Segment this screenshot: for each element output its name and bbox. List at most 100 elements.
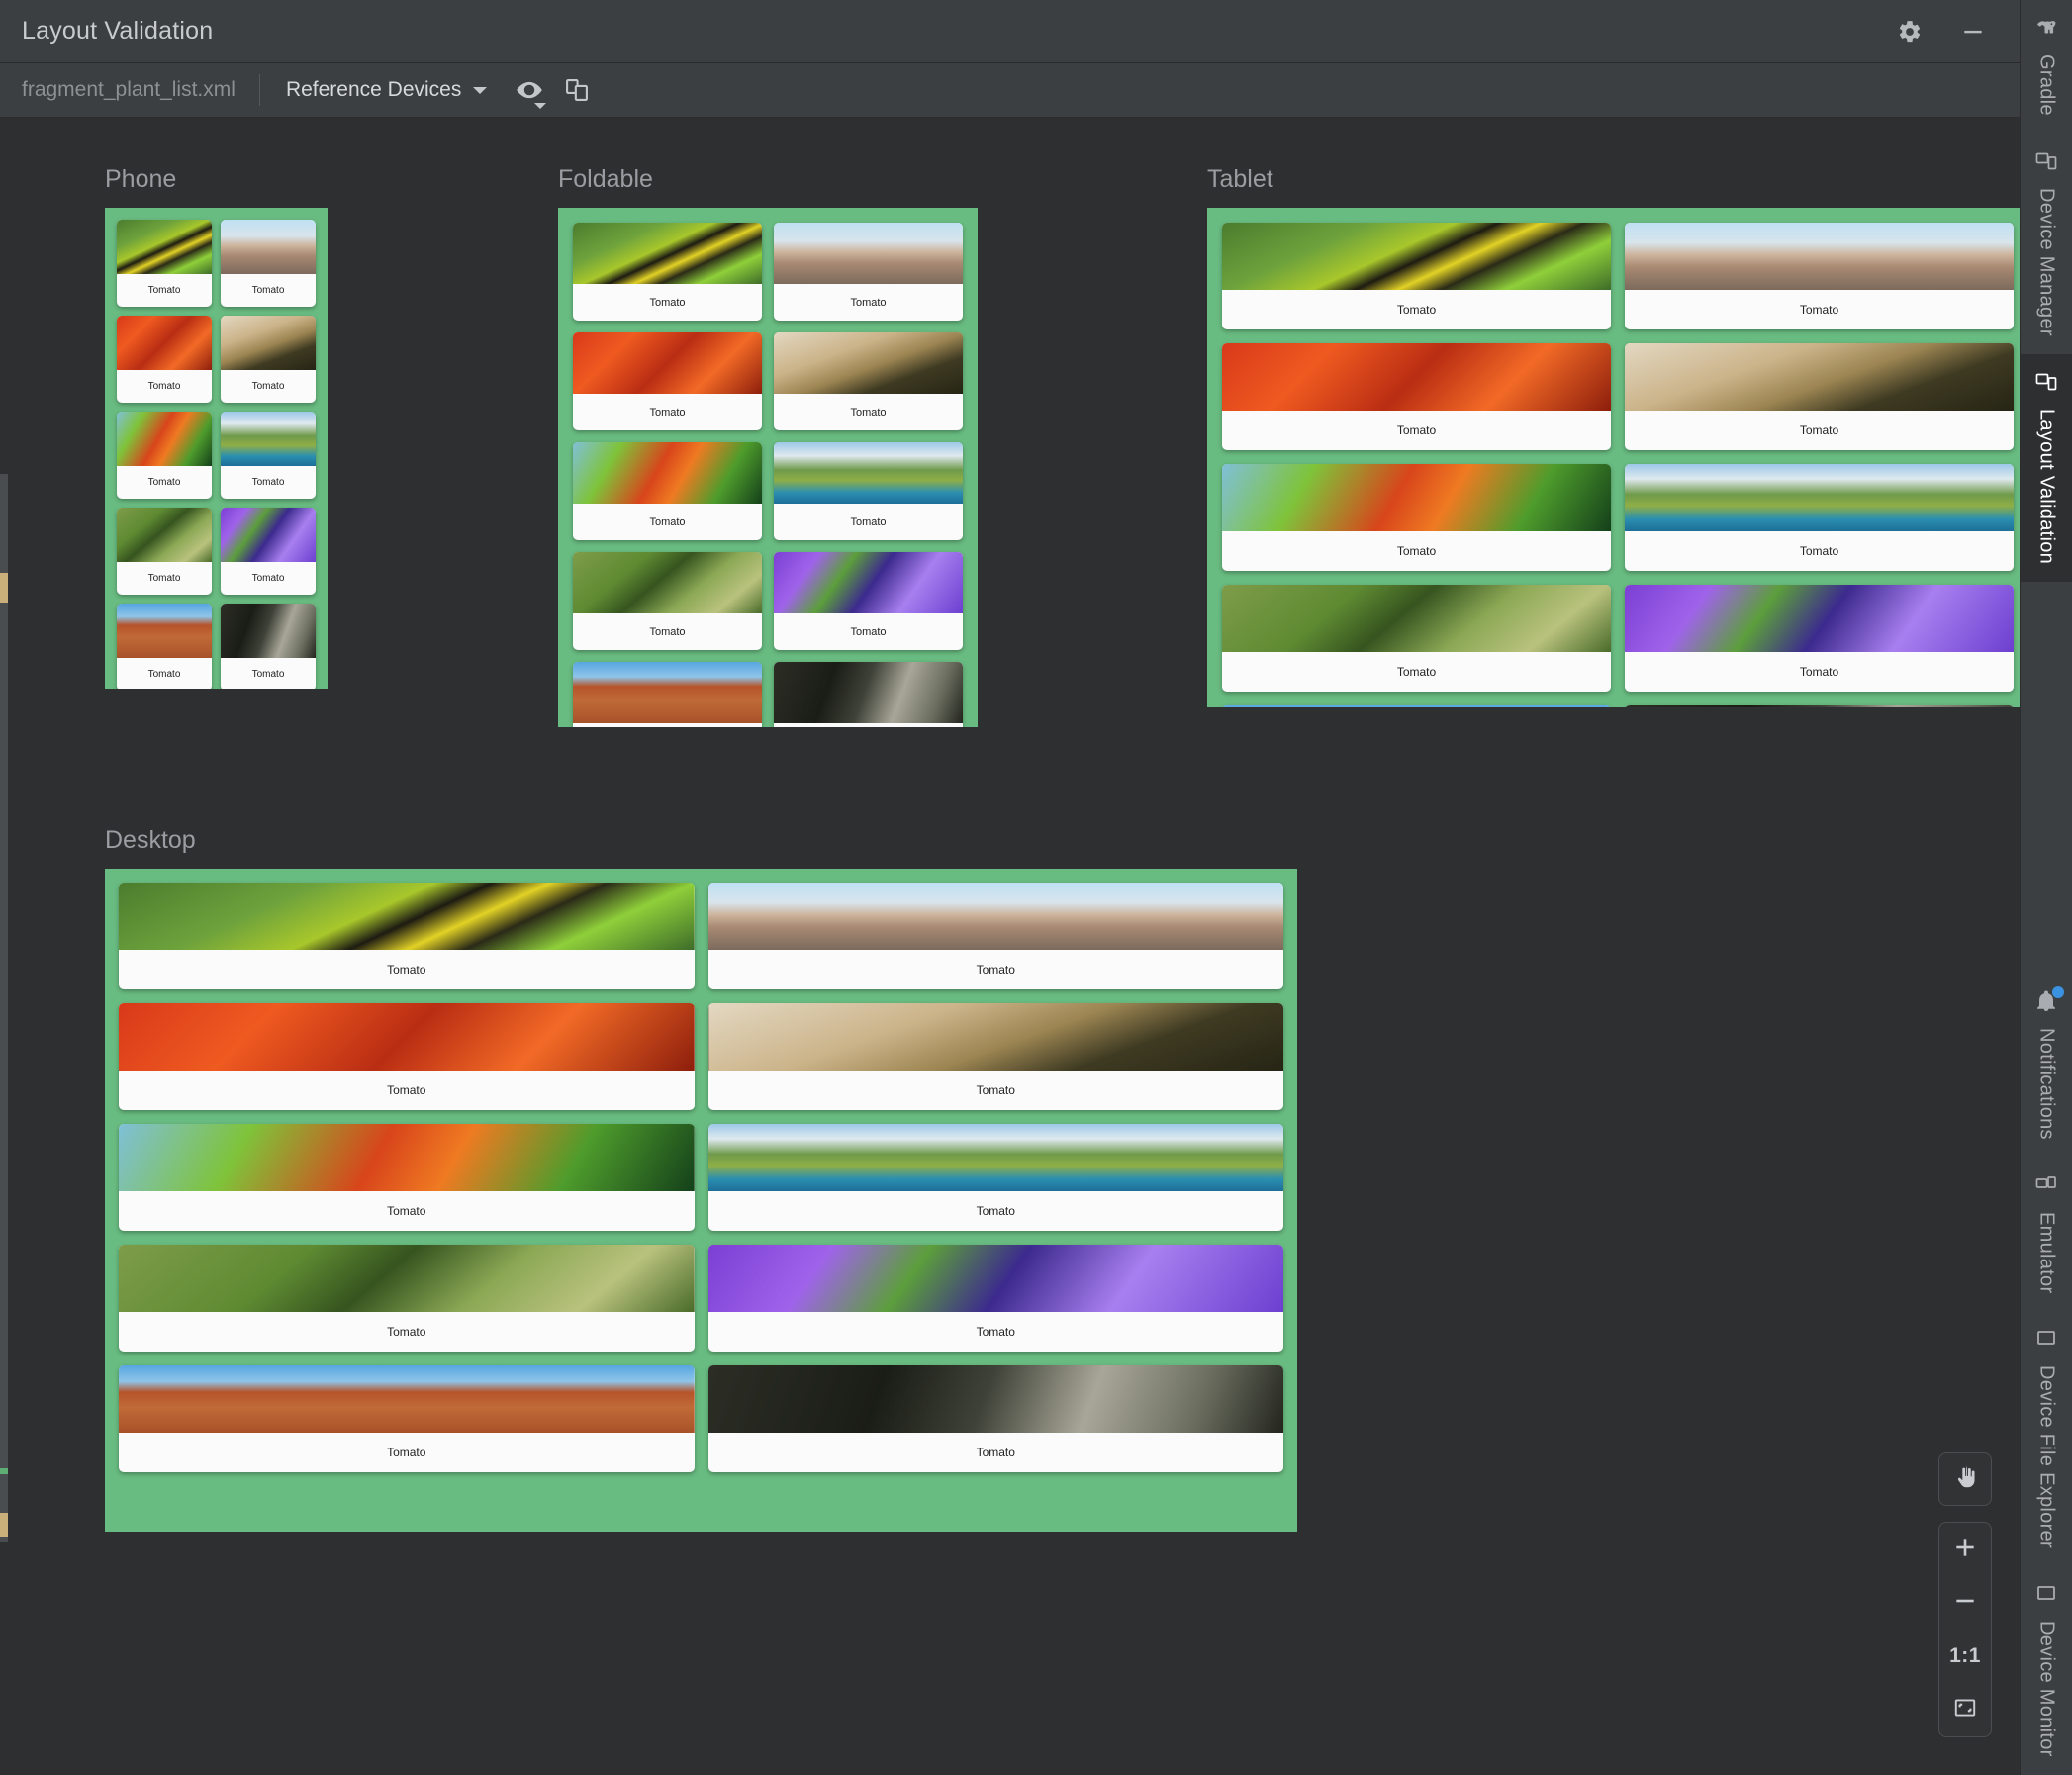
plant-card[interactable]: Tomato: [1625, 464, 2014, 571]
plant-card[interactable]: Tomato: [119, 1365, 695, 1472]
plant-name: Tomato: [774, 723, 963, 727]
plant-card[interactable]: Tomato: [221, 412, 316, 499]
device-manager-icon: [2034, 149, 2058, 178]
copy-layouts-icon[interactable]: [558, 71, 596, 109]
plant-card[interactable]: Tomato: [221, 508, 316, 595]
device-frame-desktop[interactable]: Tomato Tomato Tomato Tomato Tomato Tomat…: [105, 869, 1297, 1532]
pan-tool-button[interactable]: [1939, 1453, 1991, 1505]
reference-devices-dropdown[interactable]: Reference Devices: [260, 78, 501, 102]
plant-card[interactable]: Tomato: [774, 223, 963, 321]
eye-icon[interactable]: [511, 71, 548, 109]
plant-image: [774, 223, 963, 284]
plant-card[interactable]: Tomato: [1625, 343, 2014, 450]
device-frame-tablet[interactable]: Tomato Tomato Tomato Tomato Tomato Tomat…: [1207, 208, 2020, 707]
plant-card[interactable]: Tomato: [117, 508, 212, 595]
plant-name: Tomato: [850, 515, 887, 528]
plant-card[interactable]: Tomato: [1222, 343, 1611, 450]
plant-card[interactable]: Tomato: [573, 332, 762, 430]
plant-card[interactable]: Tomato: [707, 1365, 1283, 1472]
plant-name: Tomato: [251, 381, 285, 392]
plant-card[interactable]: Tomato: [117, 604, 212, 689]
zoom-actual-size-button[interactable]: 1:1: [1939, 1630, 1991, 1683]
plant-card[interactable]: Tomato: [707, 1245, 1283, 1352]
plant-image: [1222, 464, 1611, 531]
plant-card[interactable]: Tomato: [1625, 585, 2014, 692]
plant-image: [117, 604, 212, 658]
sidebar-item-notifications[interactable]: Notifications: [2021, 974, 2072, 1158]
plant-card[interactable]: Tomato: [1222, 223, 1611, 329]
sidebar-item-label: Device File Explorer: [2035, 1365, 2058, 1549]
plant-card[interactable]: Tomato: [1222, 585, 1611, 692]
plant-card[interactable]: Tomato: [1222, 464, 1611, 571]
plant-name: Tomato: [251, 477, 285, 488]
plant-card[interactable]: Tomato: [774, 442, 963, 540]
preview-canvas[interactable]: Phone Tomato Tomato Tomato Tomato Tomato…: [0, 118, 2020, 1775]
plant-name: Tomato: [976, 1446, 1015, 1459]
plant-image: [1625, 464, 2014, 531]
plant-card[interactable]: Tomato: [707, 1124, 1283, 1231]
minimize-icon[interactable]: [1956, 15, 1990, 48]
sidebar-item-layout-validation[interactable]: Layout Validation: [2020, 353, 2072, 582]
plant-name: Tomato: [850, 296, 887, 309]
right-sidebar-top-group: Gradle Device Manager Layout Validation: [2020, 0, 2072, 582]
plant-card[interactable]: Tomato: [707, 883, 1283, 989]
sidebar-item-gradle[interactable]: Gradle: [2021, 0, 2072, 134]
plant-image: [707, 1003, 1283, 1071]
plant-card[interactable]: Tomato: [119, 1003, 695, 1110]
device-frame-foldable[interactable]: Tomato Tomato Tomato Tomato Tomato Tomat…: [558, 208, 978, 727]
plant-name: Tomato: [850, 625, 887, 638]
plant-image: [573, 332, 762, 394]
plant-card[interactable]: Tomato: [221, 316, 316, 403]
plant-card[interactable]: Tomato: [117, 316, 212, 403]
plant-card[interactable]: Tomato: [774, 662, 963, 727]
plant-card[interactable]: Tomato: [707, 1003, 1283, 1110]
layout-validation-icon: [2034, 370, 2058, 399]
right-tool-sidebar: Gradle Device Manager Layout Validation …: [2020, 0, 2072, 1775]
zoom-to-fit-button[interactable]: [1939, 1683, 1991, 1736]
plant-card[interactable]: Tomato: [573, 552, 762, 650]
plant-card[interactable]: Tomato: [573, 442, 762, 540]
plant-card[interactable]: Tomato: [1625, 705, 2014, 707]
plant-image: [573, 223, 762, 284]
plant-card[interactable]: Tomato: [573, 223, 762, 321]
sidebar-item-device-file-explorer[interactable]: Device File Explorer: [2021, 1311, 2072, 1566]
plant-card[interactable]: Tomato: [1625, 223, 2014, 329]
plant-card[interactable]: Tomato: [1222, 705, 1611, 707]
plant-card[interactable]: Tomato: [119, 883, 695, 989]
zoom-button-group: 1:1: [1938, 1522, 1992, 1737]
plant-card[interactable]: Tomato: [119, 1124, 695, 1231]
plant-card[interactable]: Tomato: [774, 332, 963, 430]
device-group-foldable: Foldable Tomato Tomato Tomato Tomato Tom…: [558, 165, 978, 727]
sidebar-item-device-manager[interactable]: Device Manager: [2021, 134, 2072, 354]
plant-image: [774, 662, 963, 723]
sidebar-item-label: Device Monitor: [2035, 1621, 2058, 1757]
plant-image: [774, 552, 963, 613]
emulator-icon: [2034, 1173, 2058, 1202]
device-group-tablet: Tablet Tomato Tomato Tomato Tomato Tomat…: [1207, 165, 2020, 707]
device-monitor-icon: [2034, 1582, 2058, 1611]
plant-card[interactable]: Tomato: [221, 220, 316, 307]
plant-name: Tomato: [649, 625, 686, 638]
plant-image: [119, 1003, 695, 1071]
sidebar-item-device-monitor[interactable]: Device Monitor: [2021, 1566, 2072, 1775]
plant-image: [119, 883, 695, 950]
plant-name: Tomato: [147, 285, 181, 296]
gear-icon[interactable]: [1893, 15, 1927, 48]
plant-card[interactable]: Tomato: [119, 1245, 695, 1352]
plant-name: Tomato: [649, 296, 686, 309]
plant-card[interactable]: Tomato: [221, 604, 316, 689]
plant-card[interactable]: Tomato: [117, 412, 212, 499]
plant-image: [774, 332, 963, 394]
plant-card[interactable]: Tomato: [573, 662, 762, 727]
sidebar-item-emulator[interactable]: Emulator: [2021, 1158, 2072, 1311]
plant-name: Tomato: [1799, 303, 1839, 317]
plant-image: [221, 412, 316, 466]
plant-image: [221, 316, 316, 370]
plant-grid-phone: Tomato Tomato Tomato Tomato Tomato Tomat…: [117, 220, 316, 689]
zoom-out-button[interactable]: [1939, 1576, 1991, 1630]
plant-card[interactable]: Tomato: [117, 220, 212, 307]
plant-card[interactable]: Tomato: [774, 552, 963, 650]
plant-name: Tomato: [387, 963, 426, 977]
device-frame-phone[interactable]: Tomato Tomato Tomato Tomato Tomato Tomat…: [105, 208, 328, 689]
zoom-in-button[interactable]: [1939, 1523, 1991, 1576]
